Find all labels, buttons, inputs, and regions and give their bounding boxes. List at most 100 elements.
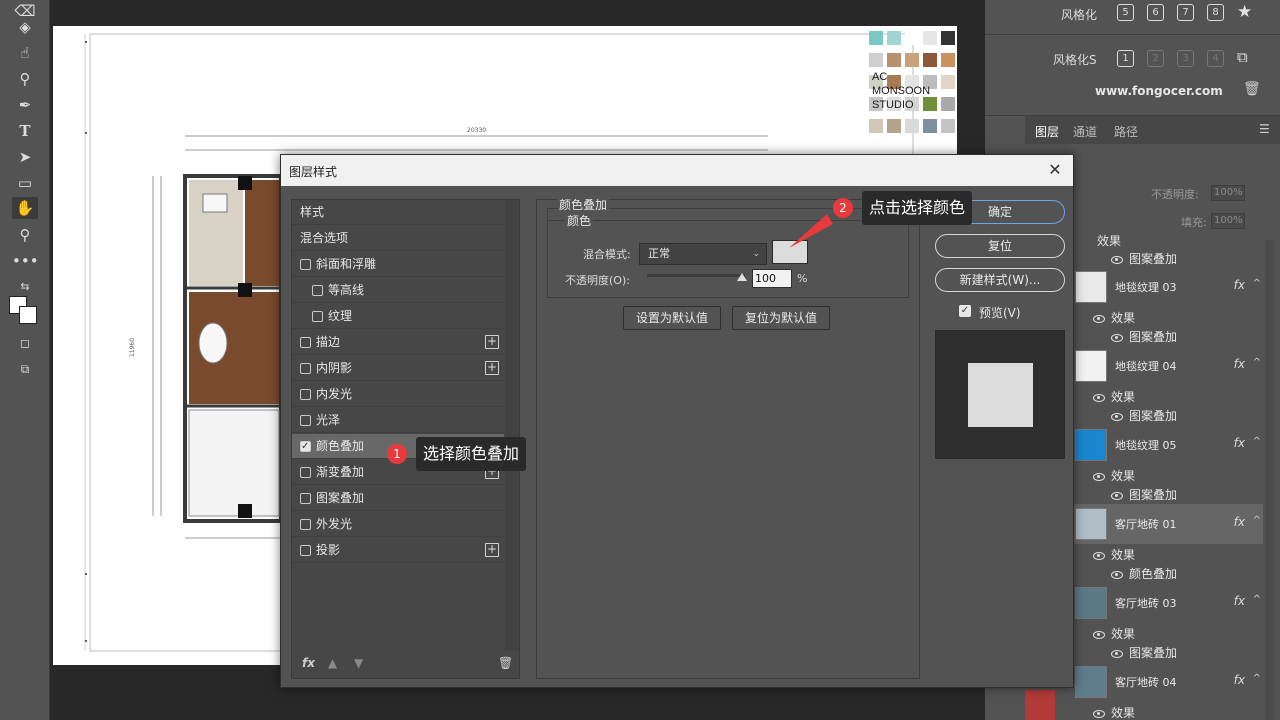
reset-default-button[interactable]: 复位为默认值 <box>732 306 830 330</box>
eye-icon[interactable] <box>1111 570 1123 579</box>
style-list-scrollbar[interactable] <box>505 200 519 650</box>
new-style-button[interactable]: 新建样式(W)... <box>935 268 1065 292</box>
style-checkbox[interactable] <box>300 337 311 348</box>
style-item[interactable]: 纹理 <box>292 304 504 329</box>
eye-icon[interactable] <box>1093 630 1105 639</box>
layer-effect-row[interactable]: 图案叠加 <box>1111 644 1177 661</box>
eye-icon[interactable] <box>1111 649 1123 658</box>
tab-channels[interactable]: 通道 <box>1073 123 1097 140</box>
layer-row[interactable]: 客厅地砖 01 fx ^ <box>1073 504 1263 544</box>
collapse-effects-icon[interactable]: ^ <box>1253 278 1261 289</box>
style-checkbox[interactable] <box>300 415 311 426</box>
layer-opacity-input[interactable]: 100% <box>1211 185 1245 201</box>
action-key-6[interactable]: 6 <box>1147 4 1164 21</box>
eye-icon[interactable] <box>1093 472 1105 481</box>
eye-icon[interactable] <box>1093 551 1105 560</box>
zoom-tool-icon[interactable]: ⚲ <box>12 224 38 246</box>
style-checkbox[interactable] <box>300 467 311 478</box>
close-icon[interactable]: ✕ <box>1045 160 1065 180</box>
eye-icon[interactable] <box>1093 314 1105 323</box>
add-effect-icon[interactable]: + <box>485 361 499 375</box>
fx-icon[interactable]: fx <box>1234 278 1245 292</box>
pen-tool-icon[interactable]: ✒ <box>12 94 38 116</box>
paint-bucket-tool-icon[interactable]: ◈ <box>12 16 38 38</box>
collapse-effects-icon[interactable]: ^ <box>1253 673 1261 684</box>
layer-row[interactable]: 地毯纹理 03 fx ^ <box>1073 267 1263 307</box>
style-item[interactable]: 投影 + <box>292 538 504 563</box>
fx-icon[interactable]: fx <box>1234 515 1245 529</box>
eye-icon[interactable] <box>1111 255 1123 264</box>
fx-icon[interactable]: fx <box>1234 594 1245 608</box>
style-checkbox[interactable] <box>312 285 323 296</box>
panel-menu-icon[interactable]: ☰ <box>1259 122 1270 136</box>
collapse-effects-icon[interactable]: ^ <box>1253 436 1261 447</box>
style-item[interactable]: 图案叠加 <box>292 486 504 511</box>
blend-mode-select[interactable]: 正常 ⌄ <box>639 243 767 265</box>
preview-checkbox[interactable]: ✓ <box>959 305 971 317</box>
style-checkbox[interactable] <box>300 434 311 459</box>
layer-effect-row[interactable]: 效果 <box>1097 232 1121 249</box>
layer-effect-row[interactable]: 图案叠加 <box>1111 486 1177 503</box>
opacity-input[interactable]: 100 <box>752 269 792 288</box>
background-color-swatch[interactable] <box>19 306 37 324</box>
eye-icon[interactable] <box>1111 491 1123 500</box>
copy-icon[interactable]: ⧉ <box>1237 48 1248 66</box>
trash-icon[interactable]: 🗑 <box>1243 81 1261 97</box>
layer-row[interactable]: 客厅地砖 04 fx ^ <box>1073 662 1263 702</box>
collapse-effects-icon[interactable]: ^ <box>1253 515 1261 526</box>
layer-effect-row[interactable]: 效果 <box>1093 546 1135 563</box>
screen-mode-icon[interactable]: ⧉ <box>12 358 38 380</box>
action-key-7[interactable]: 7 <box>1177 4 1194 21</box>
style-item[interactable]: 光泽 <box>292 408 504 433</box>
fx-icon[interactable]: fx <box>1234 673 1245 687</box>
fx-icon[interactable]: fx <box>1234 436 1245 450</box>
action-key-2[interactable]: 2 <box>1147 50 1164 67</box>
layer-effect-row[interactable]: 效果 <box>1093 625 1135 642</box>
layer-effect-row[interactable]: 效果 <box>1093 388 1135 405</box>
type-tool-icon[interactable]: T <box>12 120 38 142</box>
layer-effect-row[interactable]: 图案叠加 <box>1111 250 1177 267</box>
action-key-8[interactable]: 8 <box>1207 4 1224 21</box>
opacity-slider-track[interactable] <box>647 274 745 277</box>
tab-paths[interactable]: 路径 <box>1114 123 1138 140</box>
style-checkbox[interactable] <box>312 311 323 322</box>
layer-row[interactable]: 地毯纹理 05 fx ^ <box>1073 425 1263 465</box>
swap-colors-icon[interactable]: ⇆ <box>12 276 38 298</box>
move-up-icon[interactable]: ▲ <box>328 656 337 670</box>
more-tools-icon[interactable]: ••• <box>12 250 39 272</box>
style-item[interactable]: 样式 <box>292 200 504 225</box>
quick-mask-icon[interactable]: ◻ <box>12 332 38 354</box>
action-key-4[interactable]: 4 <box>1207 50 1224 67</box>
rectangle-tool-icon[interactable]: ▭ <box>12 172 38 194</box>
eye-icon[interactable] <box>1093 709 1105 718</box>
style-checkbox[interactable] <box>300 519 311 530</box>
set-default-button[interactable]: 设置为默认值 <box>623 306 721 330</box>
collapse-effects-icon[interactable]: ^ <box>1253 357 1261 368</box>
style-checkbox[interactable] <box>300 493 311 504</box>
dialog-titlebar[interactable]: 图层样式 ✕ <box>281 155 1073 186</box>
layer-effect-row[interactable]: 效果 <box>1093 704 1135 720</box>
add-effect-icon[interactable]: + <box>485 335 499 349</box>
style-checkbox[interactable] <box>300 259 311 270</box>
action-key-3[interactable]: 3 <box>1177 50 1194 67</box>
eye-icon[interactable] <box>1111 333 1123 342</box>
fx-icon[interactable]: fx <box>302 656 315 670</box>
add-effect-icon[interactable]: + <box>485 543 499 557</box>
reset-button[interactable]: 复位 <box>935 234 1065 258</box>
style-checkbox[interactable] <box>300 545 311 556</box>
style-item[interactable]: 斜面和浮雕 <box>292 252 504 277</box>
layer-effect-row[interactable]: 效果 <box>1093 309 1135 326</box>
layer-row[interactable]: 地毯纹理 04 fx ^ <box>1073 346 1263 386</box>
fx-icon[interactable]: fx <box>1234 357 1245 371</box>
delete-style-icon[interactable]: 🗑 <box>498 656 513 670</box>
action-key-5[interactable]: 5 <box>1117 4 1134 21</box>
opacity-slider-thumb[interactable] <box>737 273 747 281</box>
style-item[interactable]: 内发光 <box>292 382 504 407</box>
dodge-tool-icon[interactable]: ⚲ <box>12 68 38 90</box>
move-down-icon[interactable]: ▼ <box>354 656 363 670</box>
collapse-effects-icon[interactable]: ^ <box>1253 594 1261 605</box>
style-checkbox[interactable] <box>300 389 311 400</box>
eye-icon[interactable] <box>1093 393 1105 402</box>
style-item[interactable]: 外发光 <box>292 512 504 537</box>
style-checkbox[interactable] <box>300 363 311 374</box>
